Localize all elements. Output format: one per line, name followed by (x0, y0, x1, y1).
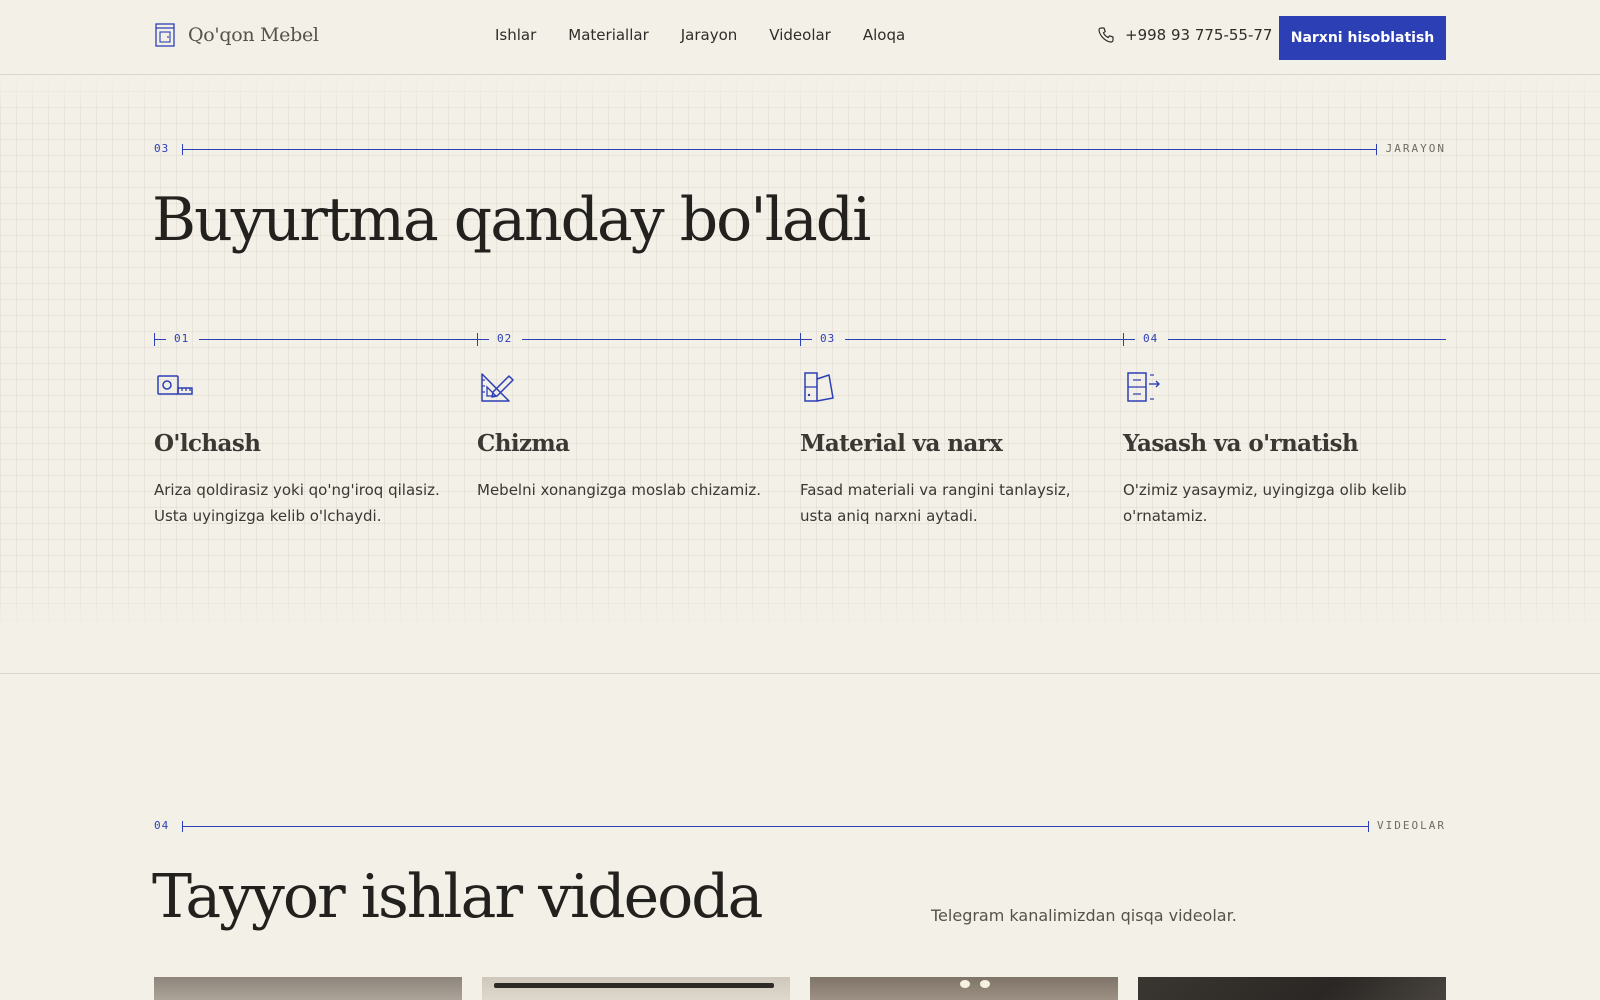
process-section: 03 JARAYON Buyurtma qanday bo'ladi 01 O'… (0, 75, 1600, 674)
videos-section: 04 VIDEOLAR Tayyor ishlar videoda Telegr… (0, 675, 1600, 1000)
step-number: 04 (1143, 332, 1159, 345)
step-rule: 04 (1123, 332, 1446, 346)
video-thumbnail[interactable] (1138, 977, 1446, 1000)
logo-text: Qo'qon Mebel (188, 24, 319, 46)
main-nav: Ishlar Materiallar Jarayon Videolar Aloq… (495, 26, 937, 44)
material-swatch-icon (804, 372, 834, 402)
logo-link[interactable]: Qo'qon Mebel (154, 20, 319, 50)
nav-link-jarayon[interactable]: Jarayon (681, 26, 738, 44)
section-number: 04 (154, 819, 170, 832)
step-description: O'zimiz yasaymiz, uyingizga olib kelib o… (1123, 481, 1407, 525)
install-cabinet-icon (1127, 372, 1160, 402)
step-number: 02 (497, 332, 513, 345)
process-step: 04 Yasash va o'rnatish O'zimiz yasaymiz,… (1123, 332, 1446, 525)
site-header: Qo'qon Mebel Ishlar Materiallar Jarayon … (0, 0, 1600, 75)
process-step: 03 Material va narx Fasad materiali va r… (800, 332, 1123, 525)
nav-link-videolar[interactable]: Videolar (769, 26, 831, 44)
nav-link-ishlar[interactable]: Ishlar (495, 26, 536, 44)
process-step: 01 O'lchash Ariza qoldirasiz yoki qo'ng'… (154, 332, 477, 525)
step-rule: 01 (154, 332, 477, 346)
phone-icon (1098, 27, 1114, 43)
section-divider (182, 144, 1377, 155)
section-rule: 04 VIDEOLAR (154, 819, 1446, 833)
nav-link-materiallar[interactable]: Materiallar (568, 26, 648, 44)
step-title: Material va narx (800, 430, 1003, 457)
section-label: VIDEOLAR (1377, 819, 1446, 832)
section-title: Tayyor ishlar videoda (152, 862, 763, 932)
step-title: Yasash va o'rnatish (1123, 430, 1359, 457)
section-subtitle: Telegram kanalimizdan qisqa videolar. (931, 906, 1237, 925)
step-description: Ariza qoldirasiz yoki qo'ng'iroq qilasiz… (154, 481, 440, 525)
section-label: JARAYON (1385, 142, 1446, 155)
step-description: Mebelni xonangizga moslab chizamiz. (477, 481, 762, 499)
step-rule: 02 (477, 332, 800, 346)
section-divider (182, 821, 1369, 832)
step-title: O'lchash (154, 430, 261, 457)
step-title: Chizma (477, 430, 570, 457)
tape-measure-icon (157, 375, 193, 395)
drafting-triangle-icon (481, 373, 514, 402)
nav-link-aloqa[interactable]: Aloqa (863, 26, 905, 44)
step-rule: 03 (800, 332, 1123, 346)
step-number: 03 (820, 332, 836, 345)
wardrobe-logo-icon (155, 23, 175, 47)
section-title: Buyurtma qanday bo'ladi (152, 185, 871, 255)
step-description: Fasad materiali va rangini tanlaysiz, us… (800, 481, 1071, 525)
video-thumbnail[interactable] (482, 977, 790, 1000)
video-thumbnail[interactable] (154, 977, 462, 1000)
step-number: 01 (174, 332, 190, 345)
phone-number: +998 93 775-55-77 (1125, 26, 1273, 44)
video-thumbnail[interactable] (810, 977, 1118, 1000)
phone-link[interactable]: +998 93 775-55-77 (1097, 26, 1272, 44)
process-step: 02 Chizma Mebelni xonangizga moslab chiz… (477, 332, 800, 499)
section-rule: 03 JARAYON (154, 142, 1446, 156)
calculate-price-button[interactable]: Narxni hisoblatish (1279, 16, 1446, 60)
section-number: 03 (154, 142, 170, 155)
